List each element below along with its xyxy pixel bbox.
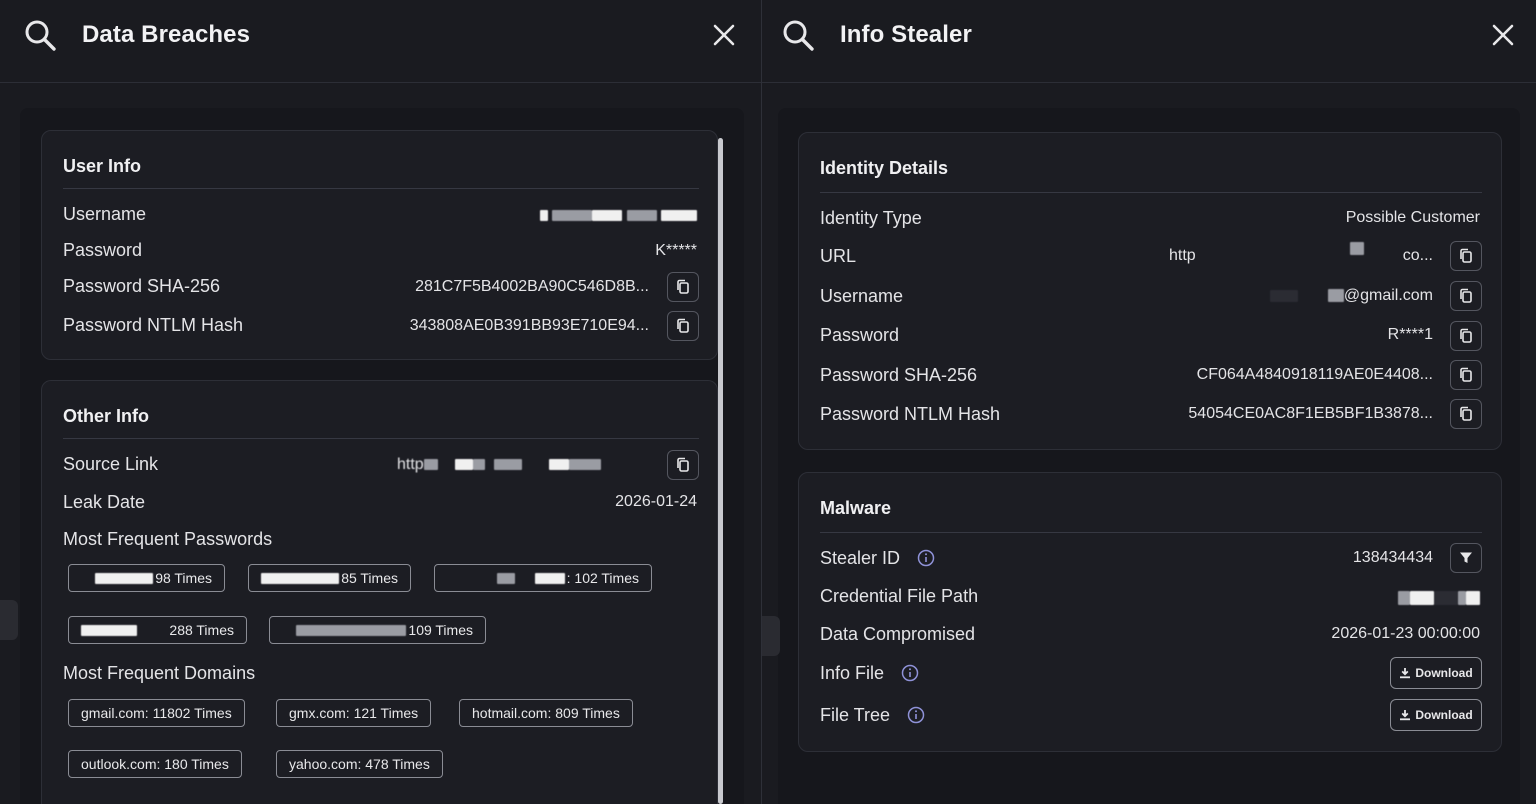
other-info-card: Other Info Source Link http Leak Date 20… bbox=[41, 380, 718, 804]
collapse-tab[interactable] bbox=[762, 616, 780, 656]
url-value-prefix: http bbox=[1169, 247, 1196, 264]
search-icon[interactable] bbox=[23, 18, 57, 52]
url-value-suffix: co... bbox=[1402, 247, 1433, 264]
card-title: Malware bbox=[820, 498, 892, 518]
user-info-card: User Info Username Password K***** Passw… bbox=[41, 130, 718, 360]
leak-date-value: 2026-01-24 bbox=[615, 493, 697, 510]
stealer-id-value: 138434434 bbox=[1352, 549, 1433, 566]
card-title: Other Info bbox=[63, 406, 149, 426]
ntlm-label: Password NTLM Hash bbox=[820, 404, 1001, 424]
password-value: R****1 bbox=[1387, 326, 1433, 343]
divider bbox=[820, 532, 1482, 533]
data-compromised-value: 2026-01-23 00:00:00 bbox=[1331, 625, 1480, 642]
identity-type-value: Possible Customer bbox=[1345, 209, 1480, 226]
divider bbox=[820, 192, 1482, 193]
password-label: Password bbox=[820, 325, 900, 345]
frequent-domains-label: Most Frequent Domains bbox=[63, 663, 256, 683]
download-file-tree-button[interactable]: Download bbox=[1390, 699, 1482, 731]
copy-source-link-button[interactable] bbox=[667, 450, 699, 480]
close-icon[interactable] bbox=[1490, 22, 1516, 48]
copy-icon bbox=[677, 457, 689, 472]
stealer-id-label: Stealer ID bbox=[820, 548, 901, 568]
username-label: Username bbox=[63, 204, 147, 224]
data-breaches-panel: Data Breaches User Info Username Passwor… bbox=[0, 0, 761, 804]
copy-icon bbox=[1460, 288, 1472, 303]
username-label: Username bbox=[820, 286, 904, 306]
data-compromised-label: Data Compromised bbox=[820, 624, 976, 644]
password-label: Password bbox=[63, 240, 143, 260]
redaction bbox=[1350, 242, 1364, 255]
sha256-value: 281C7F5B4002BA90C546D8B... bbox=[415, 278, 649, 295]
divider bbox=[63, 188, 699, 189]
copy-password-button[interactable] bbox=[1450, 321, 1482, 351]
divider bbox=[63, 438, 699, 439]
card-title: Identity Details bbox=[820, 158, 949, 178]
password-chip: 109 Times bbox=[269, 616, 486, 644]
info-icon[interactable] bbox=[917, 549, 935, 567]
leak-date-label: Leak Date bbox=[63, 492, 146, 512]
copy-icon bbox=[677, 318, 689, 333]
sha256-value: CF064A4840918119AE0E4408... bbox=[1196, 366, 1433, 383]
domain-chip: outlook.com: 180 Times bbox=[68, 750, 242, 778]
scrollbar[interactable] bbox=[718, 138, 723, 804]
credential-path-label: Credential File Path bbox=[820, 586, 979, 606]
identity-type-label: Identity Type bbox=[820, 208, 922, 228]
password-value: K***** bbox=[655, 242, 697, 259]
domain-chip: yahoo.com: 478 Times bbox=[276, 750, 443, 778]
username-value: @gmail.com bbox=[1269, 287, 1433, 305]
source-link-value: http bbox=[397, 456, 602, 474]
password-chip: 85 Times bbox=[248, 564, 411, 592]
filter-icon bbox=[1460, 552, 1472, 563]
credential-path-value bbox=[1398, 589, 1480, 607]
file-tree-label: File Tree bbox=[820, 705, 891, 725]
domain-chip: gmail.com: 11802 Times bbox=[68, 699, 245, 727]
sha256-label: Password SHA-256 bbox=[63, 276, 221, 296]
download-icon bbox=[1400, 710, 1411, 721]
copy-icon bbox=[677, 279, 689, 294]
malware-card: Malware Stealer ID 138434434 Credential … bbox=[798, 472, 1502, 752]
close-icon[interactable] bbox=[711, 22, 737, 48]
frequent-passwords-label: Most Frequent Passwords bbox=[63, 529, 273, 549]
copy-sha256-button[interactable] bbox=[1450, 360, 1482, 390]
copy-sha256-button[interactable] bbox=[667, 272, 699, 302]
panel-title: Info Stealer bbox=[840, 21, 972, 48]
domain-chip: gmx.com: 121 Times bbox=[276, 699, 432, 727]
copy-url-button[interactable] bbox=[1450, 241, 1482, 271]
info-icon[interactable] bbox=[901, 664, 919, 682]
copy-icon bbox=[1460, 406, 1472, 421]
username-value bbox=[539, 207, 697, 225]
url-label: URL bbox=[820, 246, 857, 266]
copy-icon bbox=[1460, 367, 1472, 382]
sha256-label: Password SHA-256 bbox=[820, 365, 978, 385]
filter-stealer-button[interactable] bbox=[1450, 543, 1482, 573]
source-link-label: Source Link bbox=[63, 454, 159, 474]
collapse-tab[interactable] bbox=[0, 600, 18, 640]
copy-ntlm-button[interactable] bbox=[1450, 399, 1482, 429]
ntlm-label: Password NTLM Hash bbox=[63, 315, 244, 335]
copy-ntlm-button[interactable] bbox=[667, 311, 699, 341]
panel-header: Data Breaches bbox=[0, 0, 761, 83]
panel-header: Info Stealer bbox=[762, 0, 1536, 83]
password-chip: 98 Times bbox=[68, 564, 225, 592]
identity-details-card: Identity Details Identity Type Possible … bbox=[798, 132, 1502, 450]
info-file-label: Info File bbox=[820, 663, 885, 683]
copy-username-button[interactable] bbox=[1450, 281, 1482, 311]
panel-title: Data Breaches bbox=[82, 21, 251, 48]
download-icon bbox=[1400, 668, 1411, 679]
info-stealer-panel: Info Stealer Identity Details Identity T… bbox=[762, 0, 1536, 804]
password-chip: : 102 Times bbox=[434, 564, 652, 592]
ntlm-value: 343808AE0B391BB93E710E94... bbox=[409, 317, 649, 334]
domain-chip: hotmail.com: 809 Times bbox=[459, 699, 633, 727]
password-chip: 288 Times bbox=[68, 616, 247, 644]
card-title: User Info bbox=[63, 156, 142, 176]
search-icon[interactable] bbox=[781, 18, 815, 52]
ntlm-value: 54054CE0AC8F1EB5BF1B3878... bbox=[1188, 405, 1433, 422]
download-info-file-button[interactable]: Download bbox=[1390, 657, 1482, 689]
copy-icon bbox=[1460, 328, 1472, 343]
info-icon[interactable] bbox=[907, 706, 925, 724]
copy-icon bbox=[1460, 248, 1472, 263]
